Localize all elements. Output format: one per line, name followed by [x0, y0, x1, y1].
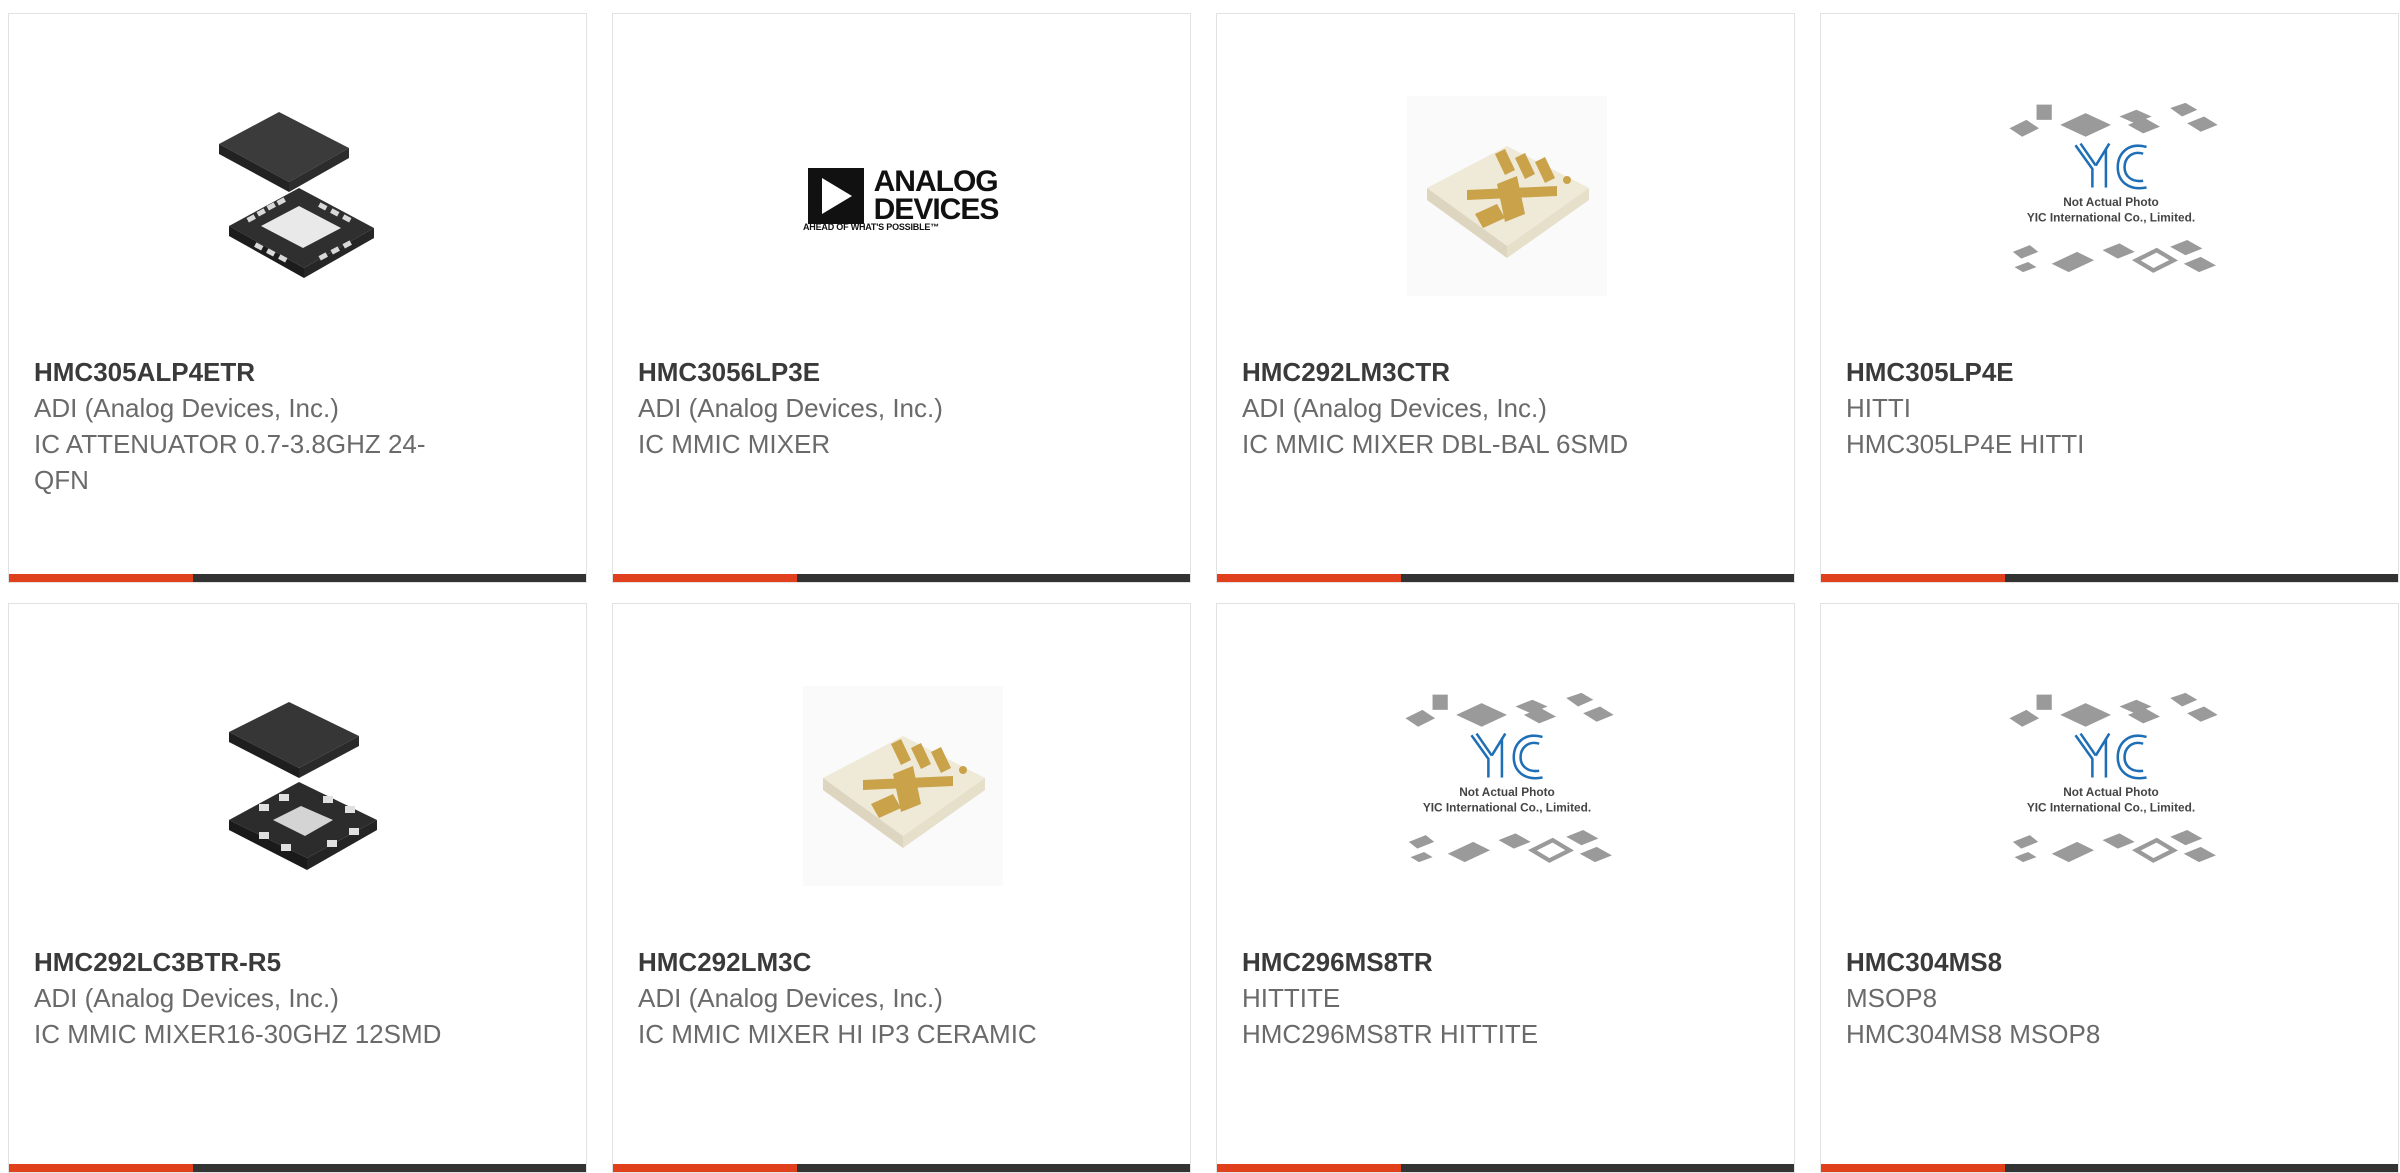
manufacturer: ADI (Analog Devices, Inc.) [1242, 393, 1547, 423]
card-footer-accent [9, 1164, 193, 1172]
card-footer-accent [1217, 574, 1401, 582]
adi-logo-line1: ANALOG [873, 165, 999, 198]
manufacturer: ADI (Analog Devices, Inc.) [34, 393, 339, 423]
product-info: HMC292LM3CTR ADI (Analog Devices, Inc.) … [1242, 354, 1774, 462]
product-info: HMC305LP4E HITTI HMC305LP4E HITTI [1846, 354, 2378, 462]
description: HMC305LP4E HITTI [1846, 429, 2085, 459]
description: IC MMIC MIXER [638, 429, 831, 459]
yic-placeholder-icon: Not Actual Photo YIC International Co., … [2009, 692, 2218, 863]
yic-placeholder-icon: Not Actual Photo YIC International Co., … [1405, 692, 1614, 863]
part-number[interactable]: HMC3056LP3E [638, 354, 1170, 390]
product-image: Not Actual Photo YIC International Co., … [1397, 676, 1617, 896]
card-footer-accent [613, 574, 797, 582]
manufacturer: ADI (Analog Devices, Inc.) [638, 393, 943, 423]
product-card[interactable]: HMC292LC3BTR-R5 ADI (Analog Devices, Inc… [8, 603, 587, 1173]
adi-triangle-icon [807, 168, 864, 224]
adi-logo-line2: DEVICES [873, 193, 1000, 226]
product-info: HMC3056LP3E ADI (Analog Devices, Inc.) I… [638, 354, 1170, 462]
adi-logo-tagline: AHEAD OF WHAT'S POSSIBLE™ [803, 222, 939, 232]
card-footer-bar [1217, 1164, 1794, 1172]
card-footer-accent [1821, 1164, 2005, 1172]
yic-caption-2: YIC International Co., Limited. [2027, 210, 2195, 224]
part-number[interactable]: HMC296MS8TR [1242, 944, 1774, 980]
analog-devices-logo: ANALOG DEVICES [807, 165, 1000, 226]
product-info: HMC304MS8 MSOP8 HMC304MS8 MSOP8 [1846, 944, 2378, 1052]
manufacturer: ADI (Analog Devices, Inc.) [34, 983, 339, 1013]
product-image [189, 676, 409, 896]
product-image [1397, 86, 1617, 306]
card-footer-bar [1217, 574, 1794, 582]
ceramic-smd-chip-icon [803, 686, 1003, 886]
part-number[interactable]: HMC304MS8 [1846, 944, 2378, 980]
product-image: Not Actual Photo YIC International Co., … [2001, 86, 2221, 306]
yic-caption-1: Not Actual Photo [2063, 195, 2159, 209]
manufacturer: HITTI [1846, 393, 1911, 423]
part-number[interactable]: HMC305ALP4ETR [34, 354, 566, 390]
yic-caption-1: Not Actual Photo [2063, 785, 2159, 799]
card-footer-accent [1217, 1164, 1401, 1172]
card-footer-accent [9, 574, 193, 582]
description: HMC296MS8TR HITTITE [1242, 1019, 1539, 1049]
yic-caption-2: YIC International Co., Limited. [2027, 800, 2195, 814]
manufacturer: MSOP8 [1846, 983, 1938, 1013]
part-number[interactable]: HMC305LP4E [1846, 354, 2378, 390]
part-number[interactable]: HMC292LM3CTR [1242, 354, 1774, 390]
card-footer-accent [1821, 574, 2005, 582]
product-card[interactable]: Not Actual Photo YIC International Co., … [1216, 603, 1795, 1173]
card-footer-bar [9, 1164, 586, 1172]
yic-placeholder-icon: Not Actual Photo YIC International Co., … [2009, 102, 2218, 273]
qfn-12-chip-icon [229, 702, 377, 870]
description: IC MMIC MIXER HI IP3 CERAMIC [638, 1019, 1037, 1049]
product-card[interactable]: HMC292LM3CTR ADI (Analog Devices, Inc.) … [1216, 13, 1795, 583]
product-info: HMC292LC3BTR-R5 ADI (Analog Devices, Inc… [34, 944, 566, 1052]
product-image [189, 86, 409, 306]
qfn-24-chip-icon [219, 112, 374, 278]
ceramic-smd-chip-icon [1407, 96, 1607, 296]
product-image: ANALOG DEVICES [793, 86, 1013, 306]
product-info: HMC296MS8TR HITTITE HMC296MS8TR HITTITE [1242, 944, 1774, 1052]
product-image [793, 676, 1013, 896]
part-number[interactable]: HMC292LC3BTR-R5 [34, 944, 566, 980]
part-number[interactable]: HMC292LM3C [638, 944, 1170, 980]
product-card[interactable]: Not Actual Photo YIC International Co., … [1820, 603, 2399, 1173]
product-image: Not Actual Photo YIC International Co., … [2001, 676, 2221, 896]
card-footer-bar [613, 1164, 1190, 1172]
product-info: HMC292LM3C ADI (Analog Devices, Inc.) IC… [638, 944, 1170, 1052]
card-footer-accent [613, 1164, 797, 1172]
product-info: HMC305ALP4ETR ADI (Analog Devices, Inc.)… [34, 354, 566, 498]
card-footer-bar [1821, 574, 2398, 582]
manufacturer: HITTITE [1242, 983, 1341, 1013]
yic-caption-1: Not Actual Photo [1459, 785, 1555, 799]
product-card[interactable]: ANALOG DEVICES AHEAD OF WHAT'S POSSIBLE™… [612, 13, 1191, 583]
card-footer-bar [613, 574, 1190, 582]
description: IC MMIC MIXER16-30GHZ 12SMD [34, 1019, 442, 1049]
description: IC ATTENUATOR 0.7-3.8GHZ 24-QFN [34, 429, 426, 495]
product-grid: HMC305ALP4ETR ADI (Analog Devices, Inc.)… [8, 13, 2399, 1173]
product-card[interactable]: HMC305ALP4ETR ADI (Analog Devices, Inc.)… [8, 13, 587, 583]
card-footer-bar [1821, 1164, 2398, 1172]
manufacturer: ADI (Analog Devices, Inc.) [638, 983, 943, 1013]
description: HMC304MS8 MSOP8 [1846, 1019, 2101, 1049]
yic-caption-2: YIC International Co., Limited. [1423, 800, 1591, 814]
product-card[interactable]: Not Actual Photo YIC International Co., … [1820, 13, 2399, 583]
description: IC MMIC MIXER DBL-BAL 6SMD [1242, 429, 1629, 459]
card-footer-bar [9, 574, 586, 582]
product-card[interactable]: HMC292LM3C ADI (Analog Devices, Inc.) IC… [612, 603, 1191, 1173]
